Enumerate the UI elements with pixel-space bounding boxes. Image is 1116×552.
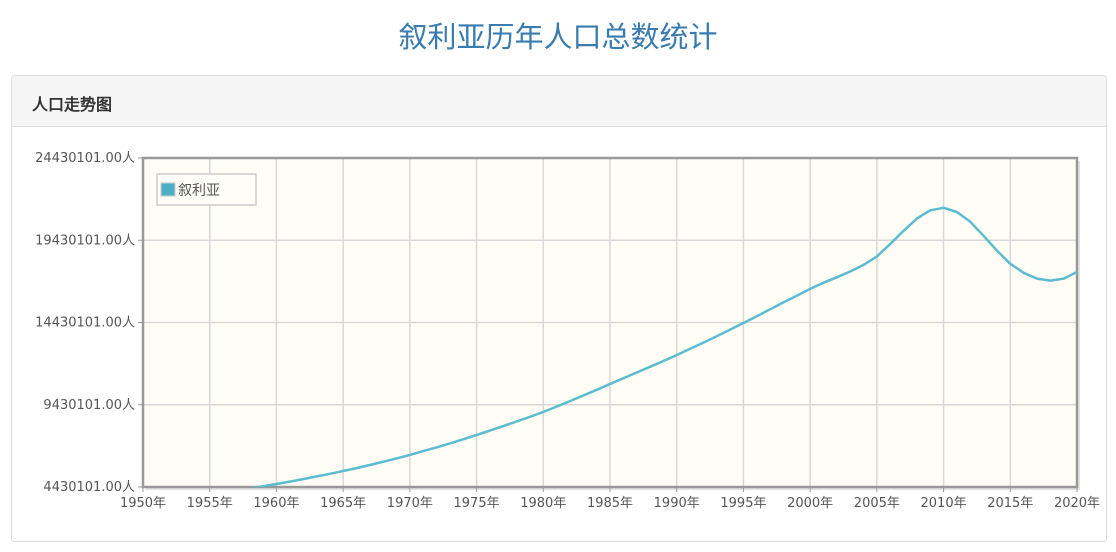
population-chart: 1950年 1955年 1960年 1965年 1970年 1975年 1980年 1985年…: [35, 151, 1100, 511]
x-tick-label: 1985年: [587, 496, 633, 511]
x-tick-label: 2005年: [854, 496, 900, 511]
x-tick-label: 1970年: [387, 496, 433, 511]
x-tick-label: 1955年: [187, 496, 233, 511]
x-tick-label: 1965年: [320, 496, 366, 511]
y-tick-label: 9430101.00人: [43, 398, 135, 413]
y-tick-label: 4430101.00人: [43, 480, 135, 495]
x-tick-label: 2015年: [987, 496, 1033, 511]
x-tick-label: 1990年: [654, 496, 700, 511]
x-tick-label: 1975年: [454, 496, 500, 511]
x-tick-label: 1995年: [720, 496, 766, 511]
x-tick-label: 2020年: [1054, 496, 1100, 511]
legend-swatch: [160, 182, 176, 197]
x-tick-label: 1980年: [520, 496, 566, 511]
legend-label: 叙利亚: [178, 182, 220, 199]
y-tick-label: 24430101.00人: [35, 151, 135, 166]
y-tick-label: 19430101.00人: [35, 233, 135, 248]
x-tick-label: 1960年: [253, 496, 299, 511]
y-tick-label: 14430101.00人: [35, 316, 135, 331]
x-tick-label: 1950年: [120, 496, 166, 511]
x-tick-label: 2000年: [787, 496, 833, 511]
x-tick-label: 2010年: [921, 496, 967, 511]
